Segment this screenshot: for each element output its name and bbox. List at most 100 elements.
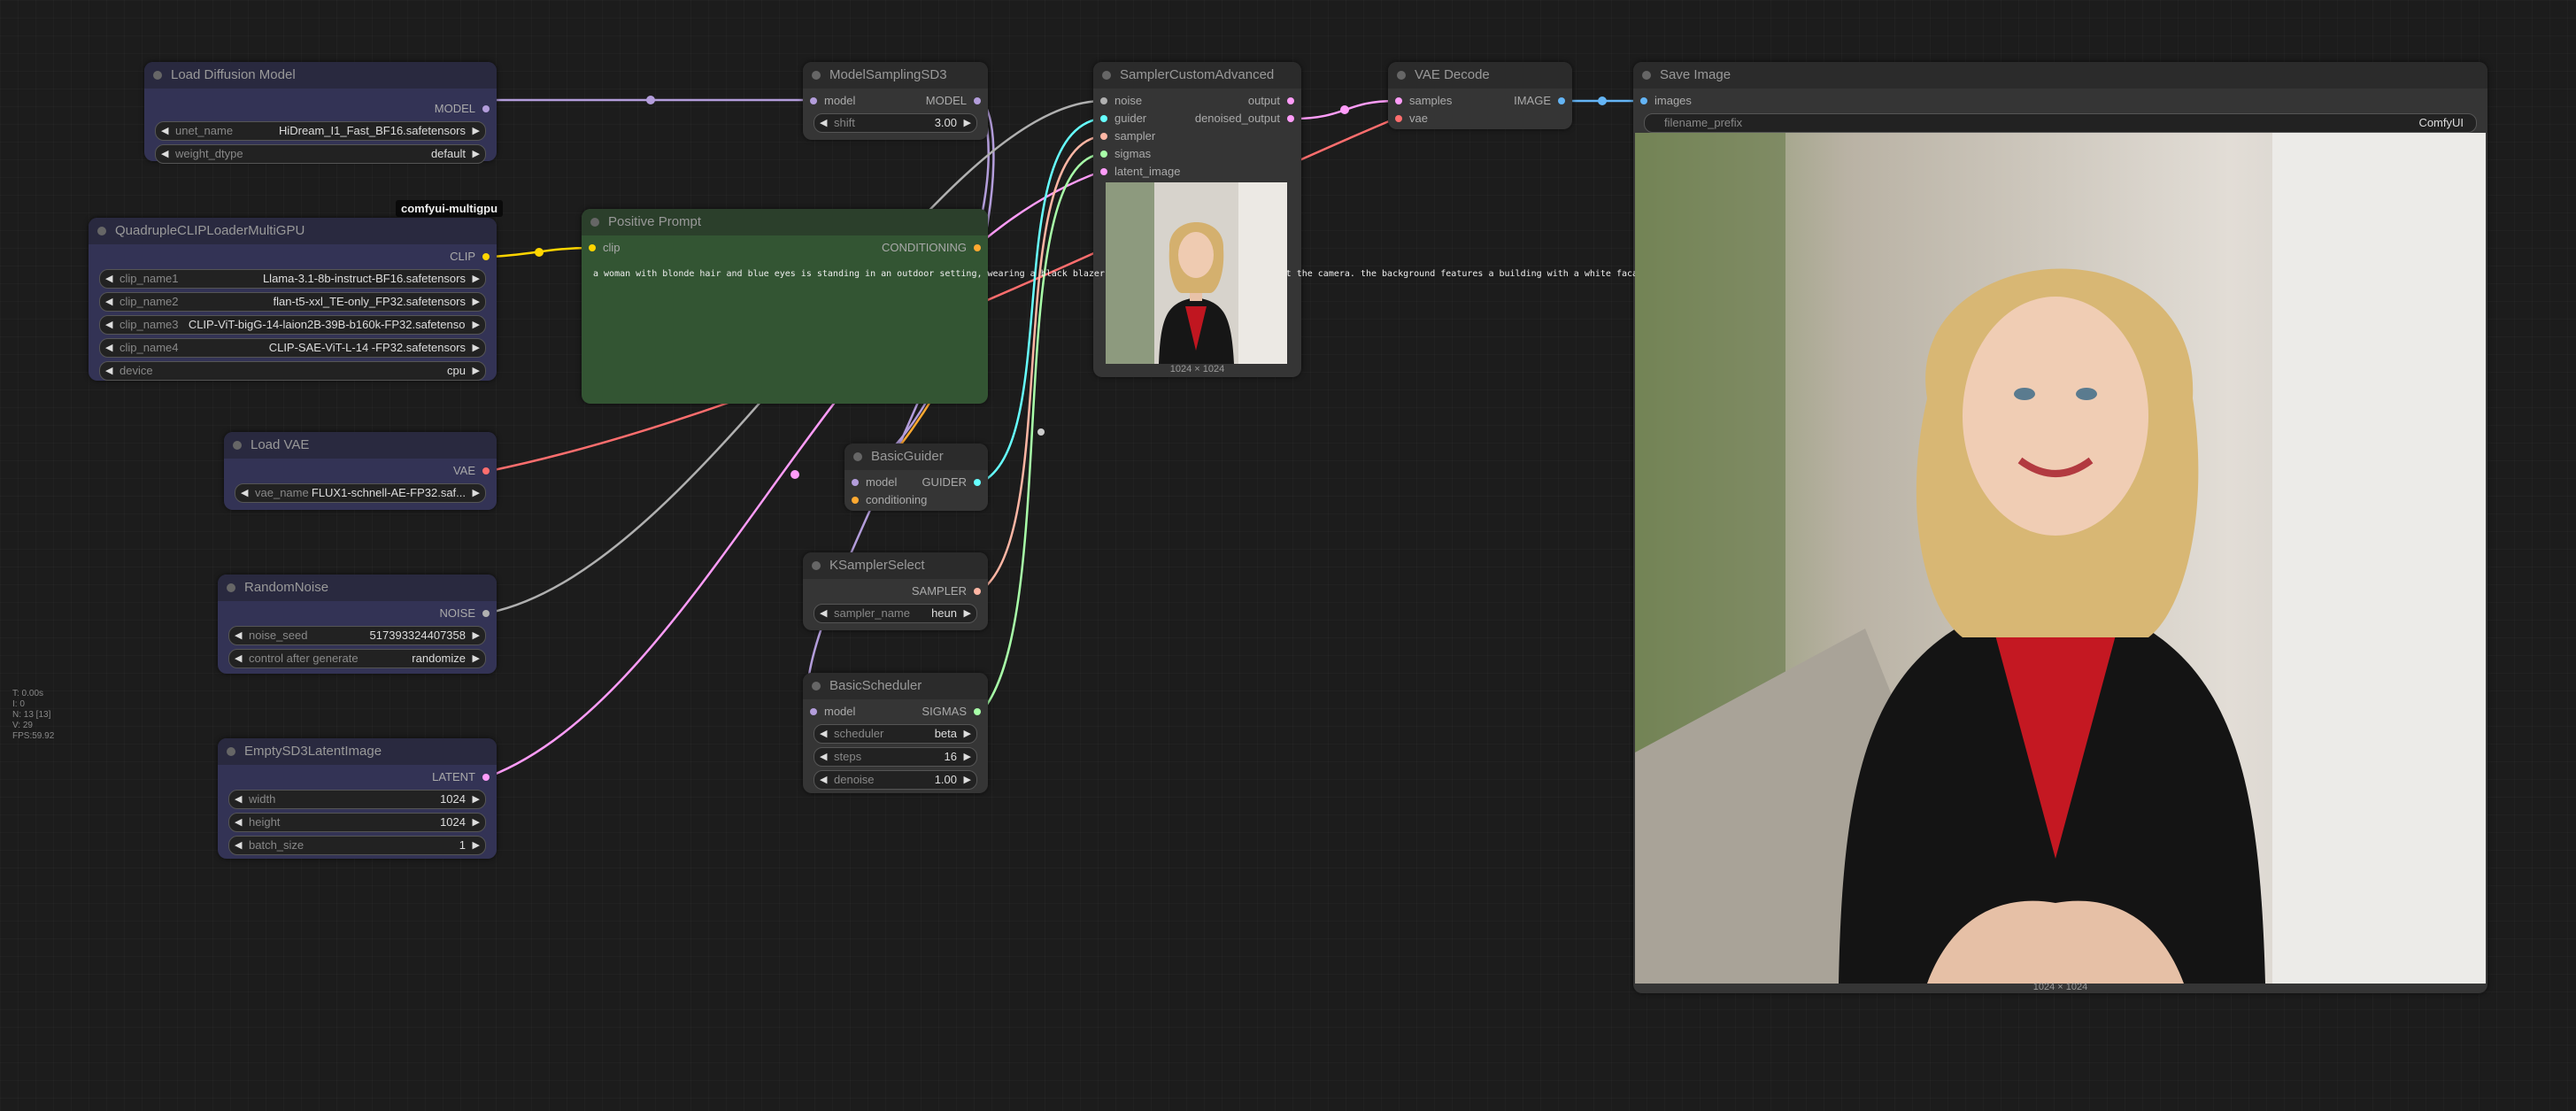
output-slot-latent[interactable]: LATENT [432,768,497,786]
denoise-widget[interactable]: ◀ denoise 1.00 ▶ [814,770,977,790]
noise-seed-widget[interactable]: ◀ noise_seed 517393324407358 ▶ [228,626,486,645]
right-arrow-icon[interactable]: ▶ [473,814,480,831]
node-title[interactable]: BasicGuider [845,444,988,470]
steps-widget[interactable]: ◀ steps 16 ▶ [814,747,977,767]
output-slot-image[interactable]: IMAGE [1514,92,1572,110]
filename-prefix-widget[interactable]: filename_prefix ComfyUI [1644,113,2477,133]
unet-name-widget[interactable]: ◀ unet_name HiDream_I1_Fast_BF16.safetenso… [155,121,486,141]
load-vae-node[interactable]: Load VAE VAE ◀ vae_name FLUX1-schnell-AE-F… [224,432,497,510]
pin-dot-icon[interactable] [1395,115,1402,122]
right-arrow-icon[interactable]: ▶ [473,316,480,334]
left-arrow-icon[interactable]: ◀ [105,316,112,334]
right-arrow-icon[interactable]: ▶ [473,270,480,288]
node-title[interactable]: Load Diffusion Model [144,62,497,89]
pin-dot-icon[interactable] [974,708,981,715]
left-arrow-icon[interactable]: ◀ [161,145,168,163]
weight-dtype-widget[interactable]: ◀ weight_dtype default ▶ [155,144,486,164]
pin-dot-icon[interactable] [1287,115,1294,122]
input-slot-sampler[interactable]: sampler [1093,127,1155,145]
left-arrow-icon[interactable]: ◀ [105,270,112,288]
left-arrow-icon[interactable]: ◀ [235,837,242,854]
vae-name-widget[interactable]: ◀ vae_name FLUX1-schnell-AE-FP32.saf... ▶ [235,483,486,503]
input-slot-clip[interactable]: clip [582,239,621,257]
left-arrow-icon[interactable]: ◀ [820,748,827,766]
input-slot-model[interactable]: model [803,92,855,110]
pin-dot-icon[interactable] [1100,133,1107,140]
quad-clip-loader-node[interactable]: QuadrupleCLIPLoaderMultiGPU CLIP ◀ clip_n… [89,218,497,381]
pin-dot-icon[interactable] [1287,97,1294,104]
collapse-dot-icon[interactable] [812,561,821,570]
node-title[interactable]: Save Image [1633,62,2487,89]
basic-guider-node[interactable]: BasicGuider model GUIDER conditioning [845,444,988,511]
right-arrow-icon[interactable]: ▶ [964,605,971,622]
device-widget[interactable]: ◀ device cpu ▶ [99,361,486,381]
collapse-dot-icon[interactable] [1397,71,1406,80]
right-arrow-icon[interactable]: ▶ [964,114,971,132]
control-after-generate-widget[interactable]: ◀ control after generate randomize ▶ [228,649,486,668]
right-arrow-icon[interactable]: ▶ [473,484,480,502]
left-arrow-icon[interactable]: ◀ [235,814,242,831]
node-title[interactable]: SamplerCustomAdvanced [1093,62,1301,89]
left-arrow-icon[interactable]: ◀ [235,650,242,667]
collapse-dot-icon[interactable] [1642,71,1651,80]
pin-dot-icon[interactable] [482,467,490,474]
sampler-name-widget[interactable]: ◀ sampler_name heun ▶ [814,604,977,623]
pin-dot-icon[interactable] [482,610,490,617]
pin-dot-icon[interactable] [810,97,817,104]
node-title[interactable]: EmptySD3LatentImage [218,738,497,765]
right-arrow-icon[interactable]: ▶ [473,145,480,163]
pin-dot-icon[interactable] [482,774,490,781]
output-slot-denoised-output[interactable]: denoised_output [1195,110,1301,127]
node-title[interactable]: QuadrupleCLIPLoaderMultiGPU [89,218,497,244]
collapse-dot-icon[interactable] [227,583,235,592]
pin-dot-icon[interactable] [852,497,859,504]
pin-dot-icon[interactable] [852,479,859,486]
clip-name2-widget[interactable]: ◀ clip_name2 flan-t5-xxl_TE-only_FP32.safe… [99,292,486,312]
node-title[interactable]: KSamplerSelect [803,552,988,579]
positive-prompt-node[interactable]: Positive Prompt clip CONDITIONING [582,209,988,404]
node-title[interactable]: VAE Decode [1388,62,1572,89]
clip-name3-widget[interactable]: ◀ clip_name3 CLIP-ViT-bigG-14-laion2B-39B-… [99,315,486,335]
pin-dot-icon[interactable] [1100,168,1107,175]
ksampler-select-node[interactable]: KSamplerSelect SAMPLER ◀ sampler_name heun… [803,552,988,630]
output-slot-noise[interactable]: NOISE [440,605,497,622]
clip-name4-widget[interactable]: ◀ clip_name4 CLIP-SAE-ViT-L-14 -FP32.safet… [99,338,486,358]
right-arrow-icon[interactable]: ▶ [473,650,480,667]
right-arrow-icon[interactable]: ▶ [473,837,480,854]
collapse-dot-icon[interactable] [1102,71,1111,80]
input-slot-conditioning[interactable]: conditioning [845,491,927,509]
load-diffusion-model-node[interactable]: Load Diffusion Model MODEL ◀ unet_name HiD… [144,62,497,164]
output-slot-output[interactable]: output [1248,92,1301,110]
node-title[interactable]: ModelSamplingSD3 [803,62,988,89]
pin-dot-icon[interactable] [974,479,981,486]
node-title[interactable]: Positive Prompt [582,209,988,235]
left-arrow-icon[interactable]: ◀ [820,725,827,743]
scheduler-widget[interactable]: ◀ scheduler beta ▶ [814,724,977,744]
pin-dot-icon[interactable] [1100,97,1107,104]
collapse-dot-icon[interactable] [97,227,106,235]
right-arrow-icon[interactable]: ▶ [473,791,480,808]
pin-dot-icon[interactable] [974,588,981,595]
input-slot-model[interactable]: model [845,474,897,491]
node-title[interactable]: BasicScheduler [803,673,988,699]
right-arrow-icon[interactable]: ▶ [964,771,971,789]
right-arrow-icon[interactable]: ▶ [473,122,480,140]
input-slot-vae[interactable]: vae [1388,110,1428,127]
output-slot-model[interactable]: MODEL [926,92,988,110]
basic-scheduler-node[interactable]: BasicScheduler model SIGMAS ◀ scheduler be… [803,673,988,793]
left-arrow-icon[interactable]: ◀ [820,771,827,789]
right-arrow-icon[interactable]: ▶ [473,339,480,357]
left-arrow-icon[interactable]: ◀ [105,362,112,380]
collapse-dot-icon[interactable] [812,682,821,691]
collapse-dot-icon[interactable] [227,747,235,756]
right-arrow-icon[interactable]: ▶ [964,748,971,766]
left-arrow-icon[interactable]: ◀ [820,114,827,132]
input-slot-images[interactable]: images [1633,92,1692,110]
width-widget[interactable]: ◀ width 1024 ▶ [228,790,486,809]
input-slot-latent-image[interactable]: latent_image [1093,163,1180,181]
input-slot-guider[interactable]: guider [1093,110,1146,127]
empty-latent-node[interactable]: EmptySD3LatentImage LATENT ◀ width 1024 ▶ ◀… [218,738,497,859]
random-noise-node[interactable]: RandomNoise NOISE ◀ noise_seed 51739332440… [218,575,497,674]
pin-dot-icon[interactable] [1395,97,1402,104]
clip-name1-widget[interactable]: ◀ clip_name1 Llama-3.1-8b-instruct-BF16.sa… [99,269,486,289]
